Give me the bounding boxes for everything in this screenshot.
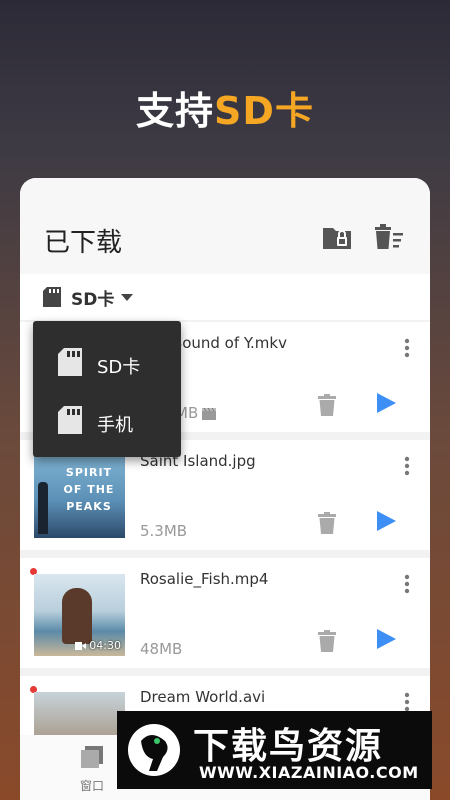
play-icon[interactable] <box>375 510 397 532</box>
clapperboard-icon <box>202 408 216 420</box>
downloads-card: 已下载 SD卡 The Sound of Y.mkv MB SPIRIT OF … <box>20 178 430 800</box>
locked-folder-icon[interactable] <box>322 224 352 250</box>
dropdown-item-phone[interactable]: 手机 <box>33 395 181 447</box>
video-camera-icon <box>75 641 87 650</box>
file-thumbnail: 04:30 <box>34 574 125 656</box>
page-title: 已下载 <box>44 228 123 258</box>
watermark-url: WWW.XIAZAINIAO.COM <box>199 763 419 782</box>
file-name: Rosalie_Fish.mp4 <box>140 570 269 588</box>
delete-icon[interactable] <box>318 394 336 416</box>
sd-card-icon <box>58 406 82 434</box>
storage-selector[interactable]: SD卡 <box>20 274 430 320</box>
dropdown-item-label: SD卡 <box>97 357 141 378</box>
thumbnail-caption: SPIRIT OF THE PEAKS <box>63 466 115 513</box>
sd-card-icon <box>58 348 82 376</box>
nav-label: 窗口 <box>79 779 104 793</box>
dropdown-item-label: 手机 <box>97 415 133 436</box>
delete-list-icon[interactable] <box>374 224 404 250</box>
dropdown-item-sd-card[interactable]: SD卡 <box>33 337 181 389</box>
play-icon[interactable] <box>375 628 397 650</box>
file-name: Dream World.avi <box>140 688 266 706</box>
list-item[interactable]: 04:30 Rosalie_Fish.mp4 48MB <box>20 558 430 668</box>
nav-item-window[interactable]: 窗口 <box>72 745 112 794</box>
bird-logo-icon <box>128 724 180 776</box>
duration-text: 04:30 <box>89 639 121 652</box>
hero-prefix: 支持 <box>136 89 215 133</box>
sd-card-icon <box>43 287 61 307</box>
file-size: 48MB <box>140 640 183 658</box>
hero-title: 支持SD卡 <box>0 80 450 135</box>
card-header: 已下载 <box>20 178 430 274</box>
watermark-title: 下载鸟资源 <box>193 726 384 767</box>
file-size: 5.3MB <box>140 522 188 540</box>
hero-accent: SD卡 <box>214 89 314 133</box>
more-options-icon[interactable] <box>404 692 410 712</box>
delete-icon[interactable] <box>318 512 336 534</box>
delete-icon[interactable] <box>318 630 336 652</box>
watermark-banner: 下载鸟资源 WWW.XIAZAINIAO.COM <box>117 711 432 789</box>
storage-dropdown-menu: SD卡 手机 <box>33 321 181 457</box>
chevron-down-icon <box>121 294 133 301</box>
more-options-icon[interactable] <box>404 574 410 594</box>
file-thumbnail: SPIRIT OF THE PEAKS <box>34 456 125 538</box>
storage-label: SD卡 <box>71 290 115 310</box>
more-options-icon[interactable] <box>404 338 410 358</box>
video-duration: 04:30 <box>75 639 121 652</box>
play-icon[interactable] <box>375 392 397 414</box>
window-icon <box>81 746 103 768</box>
more-options-icon[interactable] <box>404 456 410 476</box>
